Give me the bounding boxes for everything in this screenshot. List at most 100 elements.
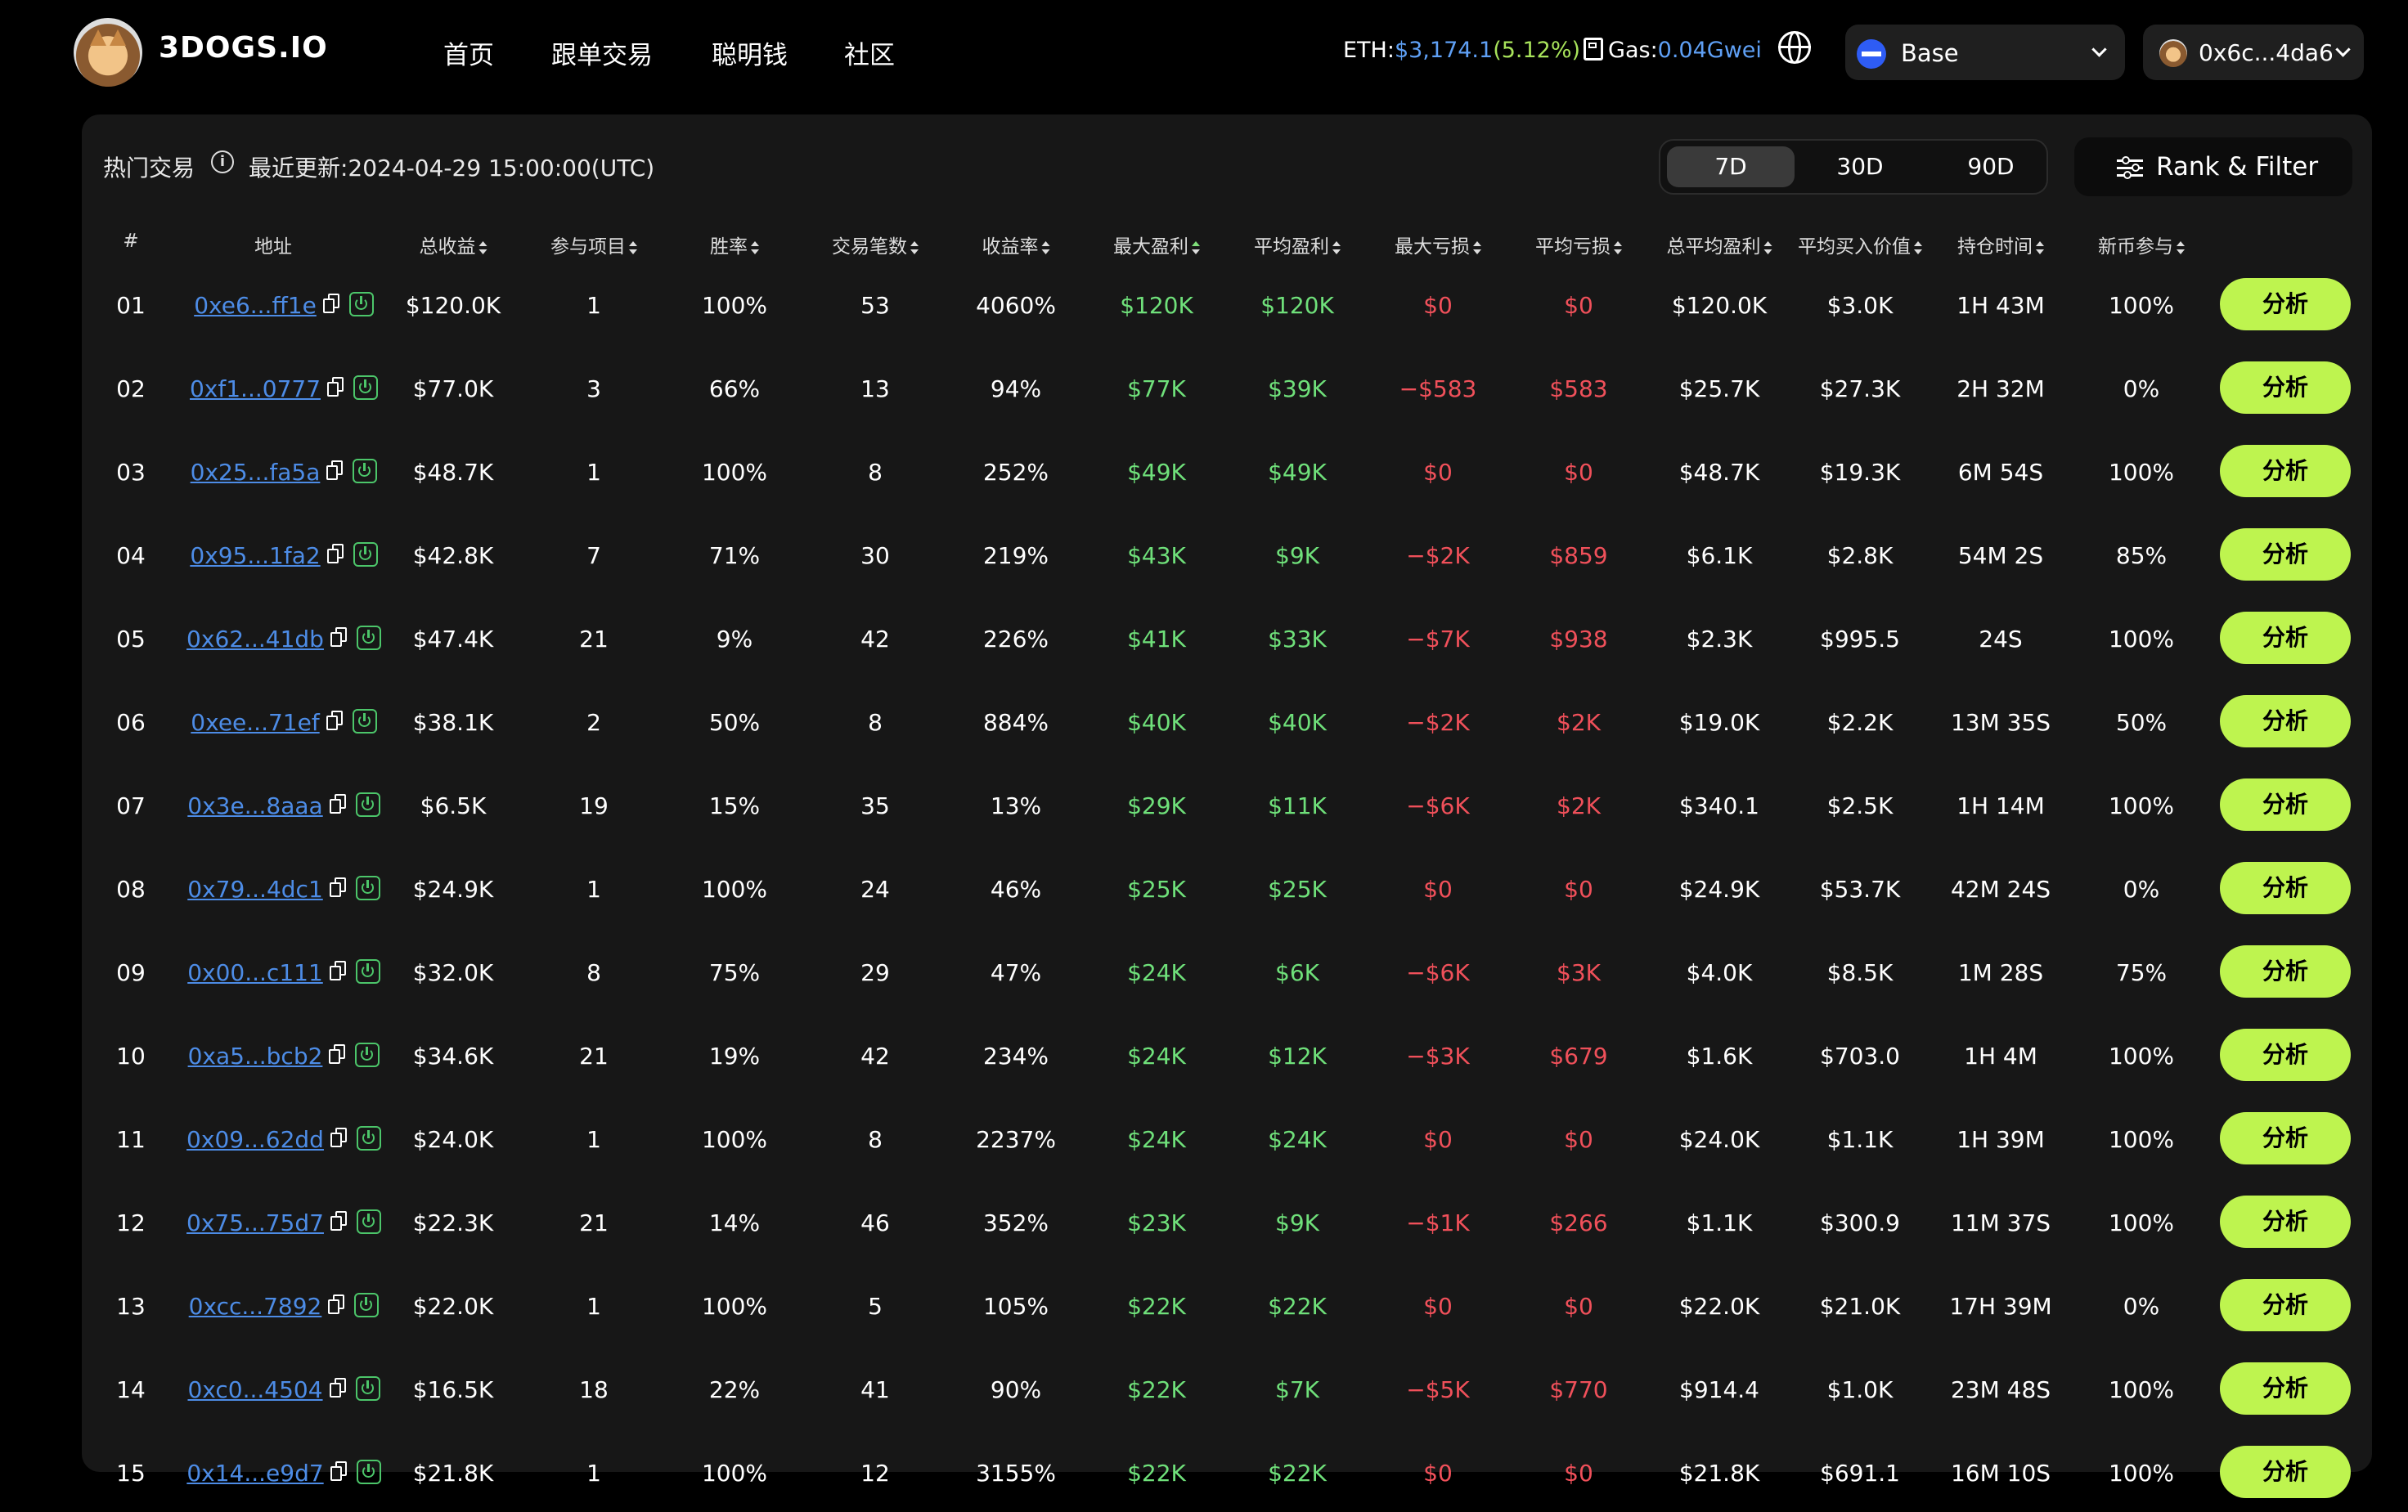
- copy-icon[interactable]: [329, 794, 348, 815]
- nav-community[interactable]: 社区: [844, 34, 895, 71]
- column-header-new-coin[interactable]: 新币参与: [2098, 231, 2185, 258]
- copy-icon[interactable]: [330, 627, 348, 648]
- column-header-hold-time[interactable]: 持仓时间: [1957, 231, 2044, 258]
- copy-icon[interactable]: [330, 1128, 348, 1149]
- tab-7d[interactable]: 7D: [1667, 146, 1795, 187]
- sort-icon[interactable]: [910, 240, 919, 254]
- power-icon[interactable]: [353, 459, 378, 483]
- analyze-button[interactable]: 分析: [2220, 612, 2351, 664]
- address-link[interactable]: 0x95...1fa2: [190, 542, 320, 569]
- address-link[interactable]: 0x00...c111: [187, 959, 323, 986]
- address-link[interactable]: 0xa5...bcb2: [188, 1043, 323, 1070]
- sort-icon[interactable]: [1914, 240, 1922, 254]
- analyze-button[interactable]: 分析: [2220, 1446, 2351, 1498]
- sort-icon[interactable]: [1332, 240, 1341, 254]
- analyze-button[interactable]: 分析: [2220, 1029, 2351, 1081]
- column-header-avg-win[interactable]: 平均盈利: [1254, 231, 1341, 258]
- analyze-button[interactable]: 分析: [2220, 278, 2351, 330]
- copy-icon[interactable]: [322, 294, 341, 315]
- power-icon[interactable]: [356, 1209, 381, 1234]
- address-link[interactable]: 0x79...4dc1: [187, 876, 323, 903]
- copy-icon[interactable]: [329, 877, 348, 899]
- copy-icon[interactable]: [328, 1294, 346, 1316]
- address-link[interactable]: 0xc0...4504: [187, 1376, 322, 1403]
- copy-icon[interactable]: [329, 1378, 348, 1399]
- analyze-button[interactable]: 分析: [2220, 778, 2351, 831]
- address-link[interactable]: 0xcc...7892: [189, 1293, 322, 1320]
- copy-icon[interactable]: [330, 1211, 348, 1232]
- sort-icon[interactable]: [2177, 240, 2185, 254]
- sort-icon[interactable]: [629, 240, 637, 254]
- power-icon[interactable]: [356, 1460, 381, 1484]
- power-icon[interactable]: [355, 792, 380, 817]
- sort-icon[interactable]: [478, 240, 487, 254]
- column-header-max-win[interactable]: 最大盈利: [1113, 231, 1200, 258]
- address-link[interactable]: 0x25...fa5a: [191, 459, 321, 486]
- nav-copy-trading[interactable]: 跟单交易: [551, 34, 653, 71]
- copy-icon[interactable]: [326, 460, 344, 482]
- logo-icon[interactable]: [74, 18, 142, 87]
- address-link[interactable]: 0x3e...8aaa: [187, 792, 322, 819]
- power-icon[interactable]: [355, 1376, 380, 1401]
- analyze-button[interactable]: 分析: [2220, 1112, 2351, 1164]
- column-header-win-rate[interactable]: 胜率: [710, 231, 759, 258]
- address-link[interactable]: 0xe6...ff1e: [194, 292, 317, 319]
- analyze-button[interactable]: 分析: [2220, 361, 2351, 414]
- analyze-button[interactable]: 分析: [2220, 528, 2351, 581]
- address-link[interactable]: 0x09...62dd: [186, 1126, 324, 1153]
- power-icon[interactable]: [356, 1126, 381, 1151]
- column-header-total-avg-profit[interactable]: 总平均盈利: [1667, 231, 1772, 258]
- sort-icon[interactable]: [1041, 240, 1050, 254]
- copy-icon[interactable]: [327, 377, 345, 398]
- power-icon[interactable]: [348, 292, 374, 316]
- column-header-avg-loss[interactable]: 平均亏损: [1535, 231, 1622, 258]
- analyze-button[interactable]: 分析: [2220, 862, 2351, 914]
- power-icon[interactable]: [355, 876, 380, 900]
- column-header-trades[interactable]: 交易笔数: [832, 231, 919, 258]
- nav-home[interactable]: 首页: [443, 34, 494, 71]
- column-header-avg-buy-value[interactable]: 平均买入价值: [1798, 231, 1922, 258]
- analyze-button[interactable]: 分析: [2220, 945, 2351, 998]
- nav-smart-money[interactable]: 聪明钱: [712, 34, 788, 71]
- analyze-button[interactable]: 分析: [2220, 1279, 2351, 1331]
- globe-icon[interactable]: [1778, 31, 1811, 64]
- analyze-button[interactable]: 分析: [2220, 1362, 2351, 1415]
- power-icon[interactable]: [356, 626, 381, 650]
- address-link[interactable]: 0x62...41db: [186, 626, 324, 653]
- sort-icon[interactable]: [1473, 240, 1481, 254]
- power-icon[interactable]: [353, 542, 378, 567]
- sort-icon[interactable]: [2036, 240, 2044, 254]
- copy-icon[interactable]: [329, 1044, 347, 1066]
- column-header-max-loss[interactable]: 最大亏损: [1395, 231, 1481, 258]
- power-icon[interactable]: [354, 1293, 380, 1317]
- sort-icon[interactable]: [1614, 240, 1622, 254]
- chain-selector[interactable]: Base: [1845, 25, 2125, 80]
- address-link[interactable]: 0x14...e9d7: [186, 1460, 323, 1487]
- column-header-roi[interactable]: 收益率: [982, 231, 1050, 258]
- analyze-button[interactable]: 分析: [2220, 1196, 2351, 1248]
- power-icon[interactable]: [355, 1043, 380, 1067]
- brand-name[interactable]: 3DOGS.IO: [159, 31, 328, 65]
- analyze-button[interactable]: 分析: [2220, 695, 2351, 747]
- analyze-button[interactable]: 分析: [2220, 445, 2351, 497]
- sort-icon[interactable]: [751, 240, 759, 254]
- power-icon[interactable]: [355, 959, 380, 984]
- wallet-selector[interactable]: 0x6c...4da6: [2143, 25, 2364, 80]
- copy-icon[interactable]: [329, 961, 348, 982]
- sort-icon[interactable]: [1192, 240, 1200, 254]
- tab-30d[interactable]: 30D: [1796, 146, 1924, 187]
- address-link[interactable]: 0xf1...0777: [190, 375, 321, 402]
- copy-icon[interactable]: [326, 711, 344, 732]
- address-link[interactable]: 0x75...75d7: [186, 1209, 324, 1236]
- column-header-total-profit[interactable]: 总收益: [420, 231, 487, 258]
- info-icon[interactable]: i: [211, 150, 234, 173]
- column-header-projects[interactable]: 参与项目: [550, 231, 637, 258]
- rank-filter-button[interactable]: Rank & Filter: [2074, 137, 2352, 196]
- power-icon[interactable]: [352, 709, 377, 734]
- address-link[interactable]: 0xee...71ef: [191, 709, 319, 736]
- power-icon[interactable]: [353, 375, 378, 400]
- copy-icon[interactable]: [330, 1461, 348, 1483]
- copy-icon[interactable]: [326, 544, 345, 565]
- sort-icon[interactable]: [1763, 240, 1772, 254]
- tab-90d[interactable]: 90D: [1927, 146, 2055, 187]
